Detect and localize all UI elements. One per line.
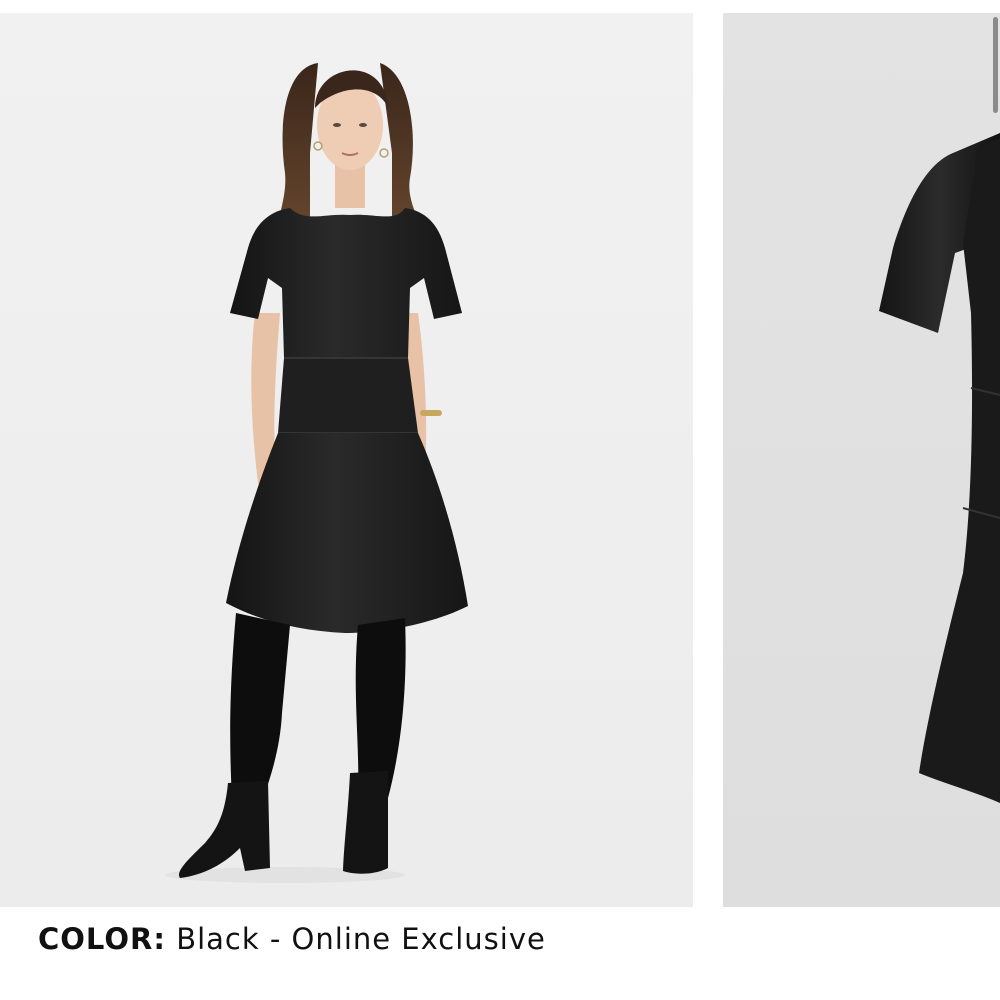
dress-detail-illustration (879, 133, 1000, 803)
secondary-product-image[interactable] (723, 13, 1000, 907)
main-product-image[interactable] (0, 13, 693, 907)
color-selection-text: COLOR: Black - Online Exclusive (38, 922, 546, 956)
color-value: Black - Online Exclusive (176, 922, 546, 956)
product-page: COLOR: Black - Online Exclusive (0, 0, 1000, 1000)
model-illustration (165, 63, 468, 883)
color-label: COLOR: (38, 922, 166, 956)
scrollbar-thumb[interactable] (993, 17, 998, 113)
